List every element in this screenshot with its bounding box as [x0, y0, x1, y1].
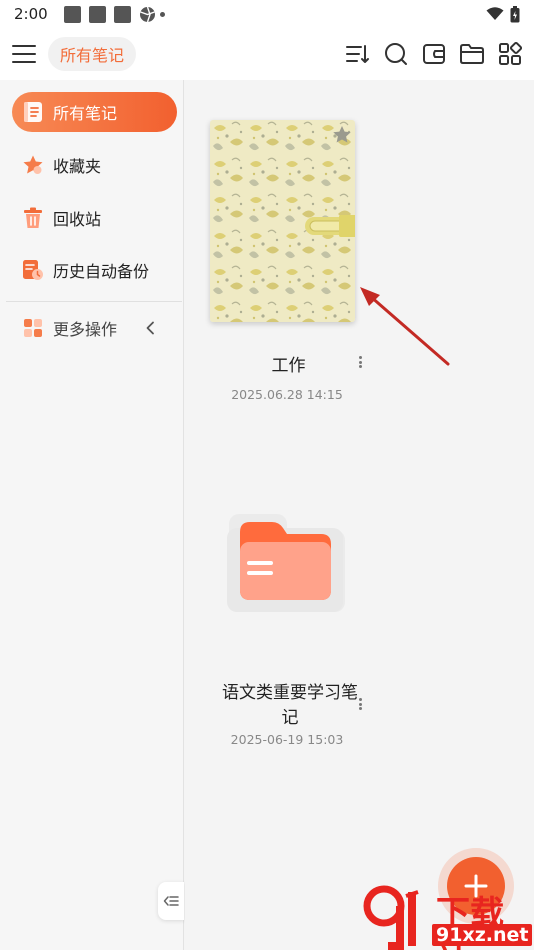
- sidebar-item-more-actions[interactable]: 更多操作: [12, 308, 177, 348]
- sidebar-item-label: 更多操作: [53, 320, 118, 339]
- status-time: 2:00: [14, 5, 48, 23]
- status-bar: 2:00: [0, 0, 534, 28]
- aperture-icon: [139, 6, 156, 23]
- grid-icon: [498, 42, 522, 66]
- collapse-sidebar-button[interactable]: [158, 882, 184, 920]
- sidebar-item-trash[interactable]: 回收站: [12, 198, 177, 238]
- note-date: 2025-06-19 15:03: [230, 732, 344, 747]
- star-icon: [22, 154, 44, 176]
- note-more-icon[interactable]: [354, 696, 366, 712]
- notes-grid: 工作 2025.06.28 14:15 语文类重要学习笔记 2025-06-19…: [185, 80, 534, 950]
- more-notifications-icon: [159, 11, 165, 17]
- sidebar: 所有笔记 收藏夹 回收站 历史自动备份 更多操作: [0, 80, 184, 950]
- note-title: 工作: [271, 356, 306, 376]
- menu-button[interactable]: [0, 28, 48, 80]
- sidebar-divider: [6, 301, 182, 302]
- sidebar-item-all-notes[interactable]: 所有笔记: [12, 92, 177, 132]
- collapse-icon: [163, 894, 179, 908]
- battery-icon: [510, 5, 520, 23]
- note-title: 语文类重要学习笔记: [222, 683, 358, 728]
- current-view-chip[interactable]: 所有笔记: [48, 37, 137, 71]
- notebook-clasp: [305, 215, 355, 237]
- wallet-button[interactable]: [418, 38, 450, 70]
- watermark-url: 91xz.net: [432, 924, 533, 946]
- notebook-cover[interactable]: [210, 120, 355, 322]
- sidebar-item-favorites[interactable]: 收藏夹: [12, 145, 177, 185]
- site-watermark: 下载站 91xz.net: [362, 884, 534, 950]
- backup-icon: [22, 259, 44, 281]
- search-icon: [383, 41, 409, 67]
- hamburger-icon: [12, 44, 36, 64]
- sidebar-item-auto-backup[interactable]: 历史自动备份: [12, 250, 177, 290]
- wifi-icon: [486, 7, 504, 21]
- sidebar-item-label: 历史自动备份: [53, 262, 150, 281]
- notification-icon: [113, 5, 131, 23]
- sidebar-item-label: 回收站: [53, 210, 102, 229]
- watermark-logo: [363, 885, 419, 950]
- wallet-icon: [422, 42, 446, 66]
- chevron-left-icon: [145, 320, 155, 339]
- note-date: 2025.06.28 14:15: [231, 387, 343, 402]
- sort-button[interactable]: [342, 38, 374, 70]
- top-toolbar: 所有笔记: [0, 28, 534, 80]
- folder-icon[interactable]: [227, 510, 347, 615]
- notes-icon: [22, 101, 44, 123]
- notification-icon: [63, 5, 81, 23]
- search-button[interactable]: [380, 38, 412, 70]
- folder-button[interactable]: [456, 38, 488, 70]
- folder-icon: [459, 42, 485, 66]
- notification-icon: [88, 5, 106, 23]
- trash-icon: [22, 207, 44, 229]
- apps-icon: [22, 317, 44, 339]
- star-icon[interactable]: [332, 125, 352, 148]
- annotation-arrow: [356, 282, 456, 372]
- sort-icon: [345, 42, 371, 66]
- layout-button[interactable]: [494, 38, 526, 70]
- sidebar-item-label: 收藏夹: [53, 157, 102, 176]
- sidebar-item-label: 所有笔记: [53, 104, 118, 123]
